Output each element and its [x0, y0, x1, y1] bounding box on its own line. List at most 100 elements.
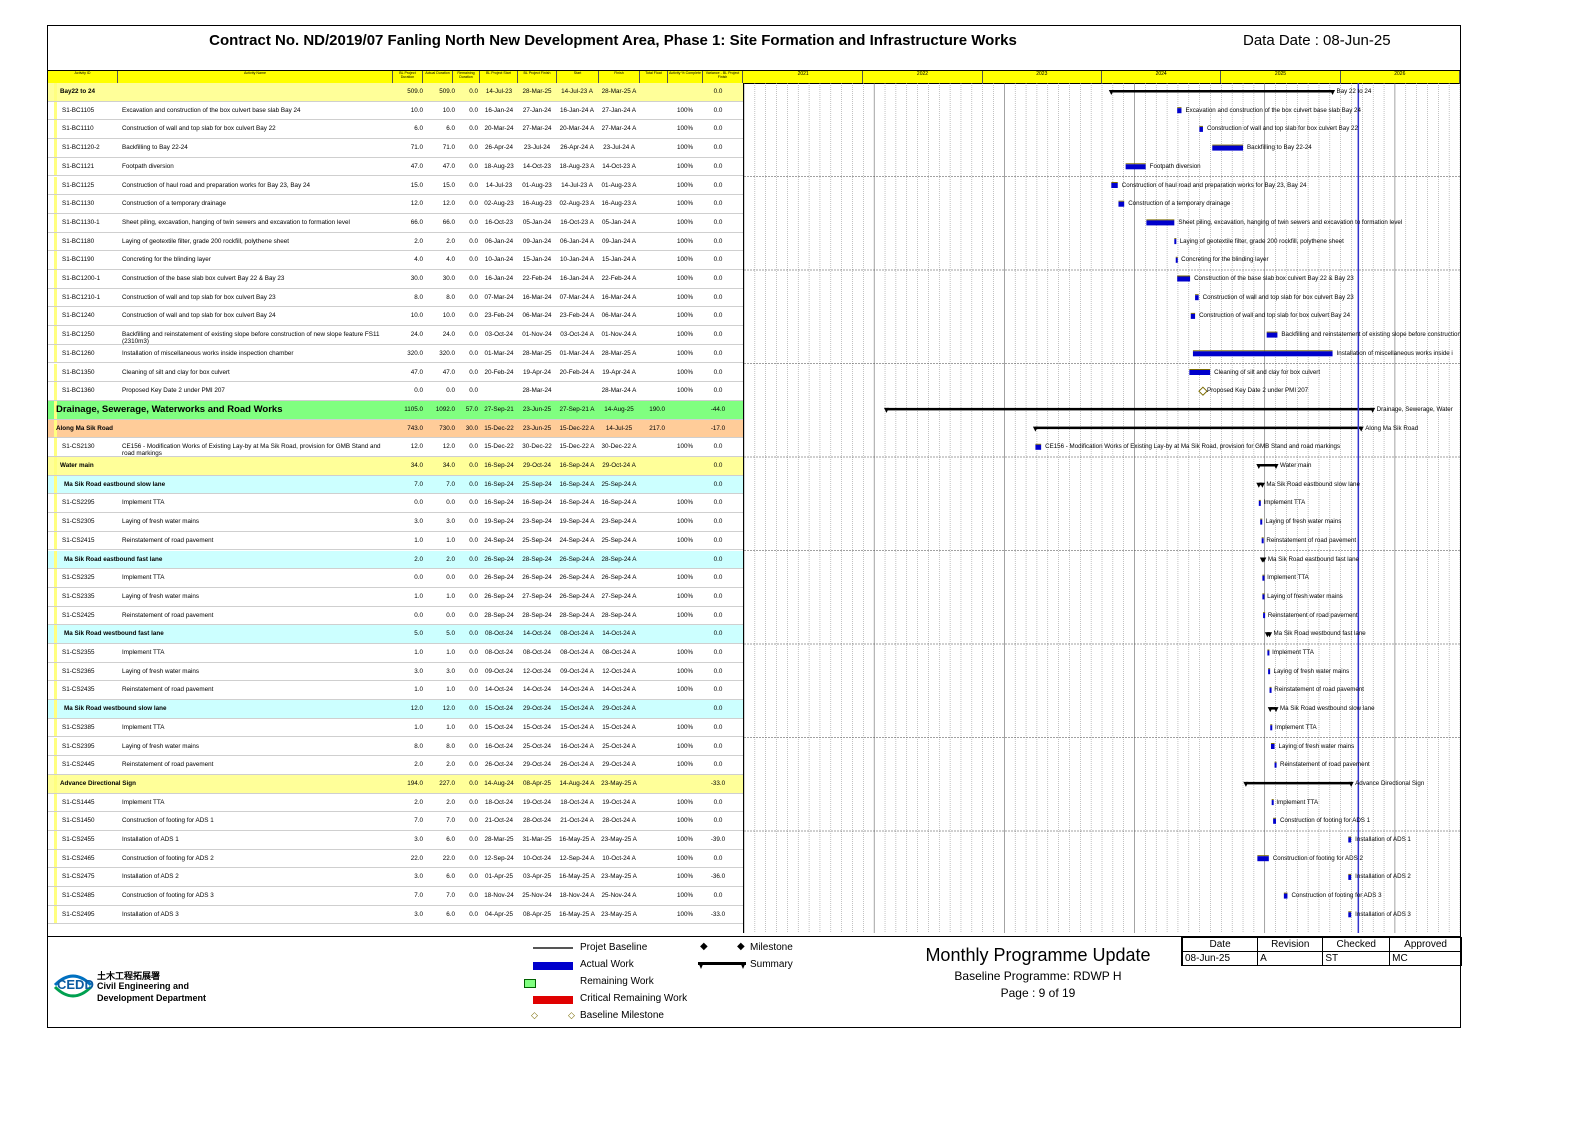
activity-row[interactable]: S1-BC1210-1 Construction of wall and top …	[48, 288, 743, 308]
actual-work-bar[interactable]	[1035, 444, 1042, 450]
activity-row[interactable]: S1-BC1120-2 Backfilling to Bay 22-24 71.0 7…	[48, 139, 743, 158]
wbs-group-row[interactable]: Ma Sik Road westbound slow lane 12.0 12.0 0…	[48, 700, 743, 719]
cell-rd: 0.0	[469, 200, 478, 208]
cell-name: Laying of fresh water mains	[122, 742, 199, 750]
actual-work-bar[interactable]	[1257, 856, 1269, 862]
actual-work-bar[interactable]	[1263, 613, 1266, 619]
actual-work-bar[interactable]	[1262, 575, 1265, 581]
activity-row[interactable]: S1-BC1200-1 Construction of the base slab…	[48, 270, 743, 289]
activity-row[interactable]: S1-BC1260 Installation of miscellaneous w…	[48, 344, 743, 364]
actual-work-bar[interactable]	[1189, 370, 1211, 375]
activity-row[interactable]: S1-CS2325 Implement TTA 0.0 0.0 0.0 26-Sep-24…	[48, 569, 743, 588]
actual-work-bar[interactable]	[1348, 912, 1352, 918]
activity-row[interactable]: S1-BC1121 Footpath diversion 47.0 47.0 0.0 18…	[48, 157, 743, 177]
activity-row[interactable]: S1-CS2295 Implement TTA 0.0 0.0 0.0 16-Sep-24…	[48, 494, 743, 514]
summary-bar[interactable]	[1245, 781, 1352, 785]
cell-ad: 2.0	[446, 761, 455, 769]
wbs-group-row[interactable]: Ma Sik Road westbound fast lane 5.0 5.0 0.0…	[48, 625, 743, 644]
activity-row[interactable]: S1-CS2425 Reinstatement of road pavement 0…	[48, 606, 743, 626]
wbs-group-row[interactable]: Drainage, Sewerage, Waterworks and Road …	[48, 400, 743, 420]
baseline-bar	[1270, 743, 1275, 744]
activity-row[interactable]: S1-CS2415 Reinstatement of road pavement 1…	[48, 531, 743, 551]
wbs-group-row[interactable]: Advance Directional Sign 194.0 227.0 0.0 14-…	[48, 774, 743, 794]
actual-work-bar[interactable]	[1266, 332, 1278, 338]
activity-row[interactable]: S1-BC1250 Backfilling and reinstatement o…	[48, 326, 743, 345]
actual-work-bar[interactable]	[1195, 295, 1199, 301]
activity-row[interactable]: S1-BC1180 Laying of geotextile filter, gr…	[48, 232, 743, 252]
activity-row[interactable]: S1-BC1350 Cleaning of silt and clay for b…	[48, 363, 743, 383]
activity-row[interactable]: S1-CS2355 Implement TTA 1.0 1.0 0.0 08-Oct-24…	[48, 644, 743, 663]
milestone-marker[interactable]	[1198, 386, 1208, 396]
activity-row[interactable]: S1-BC1190 Concreting for the blinding lay…	[48, 251, 743, 270]
actual-work-bar[interactable]	[1274, 762, 1277, 768]
baseline-bar	[1111, 182, 1118, 183]
activity-row[interactable]: S1-CS2495 Installation of ADS 3 3.0 6.0 0.0 0…	[48, 905, 743, 925]
activity-row[interactable]: S1-CS2445 Reinstatement of road pavement 2…	[48, 756, 743, 775]
actual-work-bar[interactable]	[1212, 145, 1244, 151]
activity-row[interactable]: S1-BC1130-1 Sheet piling, excavation, han…	[48, 213, 743, 233]
activity-row[interactable]: S1-CS1450 Construction of footing for ADS…	[48, 812, 743, 831]
cell-od: 0.0	[414, 574, 423, 582]
cell-st: 08-Oct-24 A	[560, 630, 594, 638]
activity-row[interactable]: S1-CS2475 Installation of ADS 2 3.0 6.0 0.0 0…	[48, 868, 743, 888]
activity-row[interactable]: S1-BC1125 Construction of haul road and p…	[48, 176, 743, 196]
cell-rd: 0.0	[469, 630, 478, 638]
activity-row[interactable]: S1-CS2485 Construction of footing for ADS…	[48, 887, 743, 906]
cell-fi: 08-Oct-24 A	[602, 649, 636, 656]
actual-work-bar[interactable]	[1192, 351, 1333, 357]
activity-row[interactable]: S1-CS1445 Implement TTA 2.0 2.0 0.0 18-Oct-24…	[48, 793, 743, 813]
actual-work-bar[interactable]	[1146, 220, 1175, 226]
activity-row[interactable]: S1-BC1360 Proposed Key Date 2 under PMI 2…	[48, 382, 743, 401]
wbs-indent-bar	[54, 793, 57, 812]
activity-row[interactable]: S1-BC1130 Construction of a temporary dra…	[48, 195, 743, 214]
activity-row[interactable]: S1-CS2385 Implement TTA 1.0 1.0 0.0 15-Oct-24…	[48, 718, 743, 738]
actual-work-bar[interactable]	[1268, 669, 1271, 675]
cell-bs: 10-Jan-24	[484, 256, 514, 264]
wbs-group-row[interactable]: Ma Sik Road eastbound slow lane 7.0 7.0 0.0…	[48, 475, 743, 495]
actual-work-bar[interactable]	[1177, 108, 1182, 114]
actual-work-bar[interactable]	[1348, 837, 1352, 843]
activity-row[interactable]: S1-BC1240 Construction of wall and top sl…	[48, 307, 743, 327]
wbs-group-row[interactable]: Along Ma Sik Road 743.0 730.0 30.0 15-Dec-22…	[48, 419, 743, 439]
actual-work-bar[interactable]	[1262, 594, 1265, 600]
wbs-group-row[interactable]: Bay22 to 24 509.0 509.0 0.0 14-Jul-23 28-Mar-…	[48, 83, 743, 102]
actual-work-bar[interactable]	[1111, 183, 1118, 188]
cell-od: 7.0	[414, 480, 423, 488]
summary-bar[interactable]	[1035, 426, 1362, 430]
actual-work-bar[interactable]	[1348, 874, 1352, 880]
activity-row[interactable]: S1-CS2130 CE156 - Modification Works of E…	[48, 438, 743, 457]
actual-work-bar[interactable]	[1283, 893, 1288, 899]
summary-bar[interactable]	[1111, 90, 1333, 93]
activity-row[interactable]: S1-CS2305 Laying of fresh water mains 3.0 3…	[48, 513, 743, 532]
actual-work-bar[interactable]	[1175, 257, 1178, 263]
actual-work-bar[interactable]	[1258, 500, 1261, 506]
actual-work-bar[interactable]	[1190, 313, 1196, 319]
gantt-bar-label: Ma Sik Road westbound slow lane	[1279, 705, 1375, 713]
cell-id: S1-CS1450	[62, 817, 95, 825]
actual-work-bar[interactable]	[1273, 818, 1276, 824]
actual-work-bar[interactable]	[1271, 800, 1274, 806]
activity-row[interactable]: S1-CS2365 Laying of fresh water mains 3.0 3…	[48, 662, 743, 682]
wbs-group-row[interactable]: Water main 34.0 34.0 0.0 16-Sep-24 29-Oct-24 1…	[48, 457, 743, 476]
actual-work-bar[interactable]	[1261, 538, 1264, 544]
wbs-group-row[interactable]: Ma Sik Road eastbound fast lane 2.0 2.0 0.0…	[48, 550, 743, 570]
actual-work-bar[interactable]	[1260, 519, 1263, 525]
activity-row[interactable]: S1-BC1105 Excavation and construction of …	[48, 101, 743, 121]
summary-bar[interactable]	[886, 407, 1373, 411]
actual-work-bar[interactable]	[1269, 687, 1272, 693]
actual-work-bar[interactable]	[1267, 650, 1270, 656]
actual-work-bar[interactable]	[1174, 239, 1177, 245]
summary-bar[interactable]	[1258, 464, 1276, 467]
activity-row[interactable]: S1-BC1110 Construction of wall and top sl…	[48, 120, 743, 140]
actual-work-bar[interactable]	[1270, 744, 1275, 749]
activity-row[interactable]: S1-CS2465 Construction of footing for ADS…	[48, 849, 743, 869]
activity-row[interactable]: S1-CS2455 Installation of ADS 1 3.0 6.0 0.0 2…	[48, 831, 743, 850]
actual-work-bar[interactable]	[1125, 164, 1146, 170]
actual-work-bar[interactable]	[1199, 126, 1203, 132]
activity-row[interactable]: S1-CS2435 Reinstatement of road pavement 1…	[48, 681, 743, 701]
actual-work-bar[interactable]	[1177, 276, 1191, 282]
activity-row[interactable]: S1-CS2335 Laying of fresh water mains 1.0 1…	[48, 587, 743, 607]
actual-work-bar[interactable]	[1270, 725, 1273, 731]
activity-row[interactable]: S1-CS2395 Laying of fresh water mains 8.0 8…	[48, 737, 743, 757]
actual-work-bar[interactable]	[1118, 201, 1125, 207]
